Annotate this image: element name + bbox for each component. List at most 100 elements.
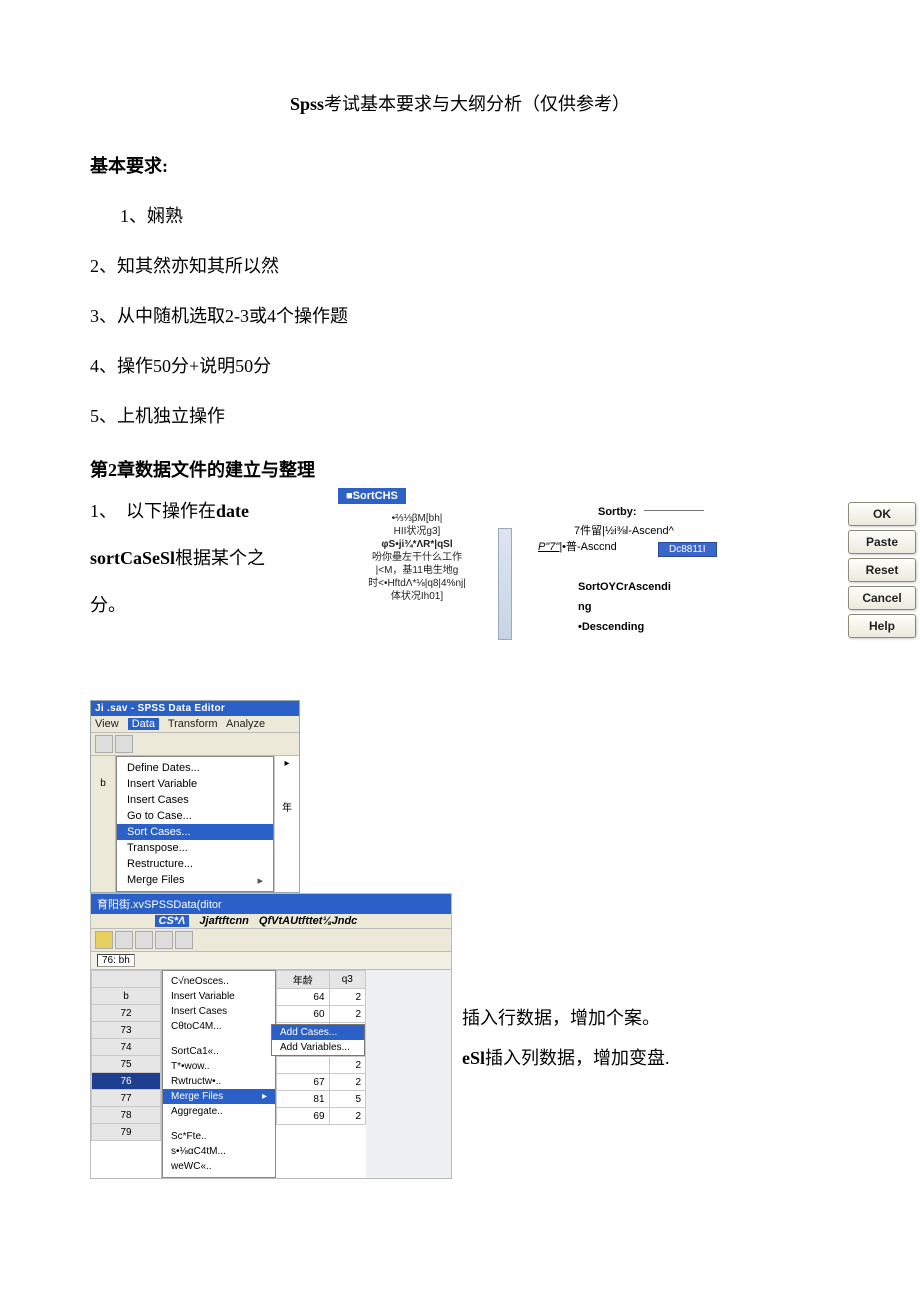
- req-5: 5、上机独立操作: [90, 402, 830, 428]
- menu-item[interactable]: s•⅛αC4tM...: [163, 1144, 275, 1159]
- menu-item[interactable]: Aggregate..: [163, 1104, 275, 1119]
- var-line: •⅔⅓βM[bh|: [344, 512, 490, 525]
- toolbar-icon[interactable]: [155, 931, 173, 949]
- data-grid-rowheaders[interactable]: b 72 73 74 75 76 77 78 79: [91, 970, 162, 1178]
- cell[interactable]: 81: [277, 1091, 330, 1108]
- data-menu-dropdown[interactable]: Define Dates... Insert Variable Insert C…: [116, 756, 274, 892]
- table-row[interactable]: 77: [92, 1090, 161, 1107]
- menu-item[interactable]: Insert Cases: [163, 1004, 275, 1019]
- menu-item-define-dates[interactable]: Define Dates...: [117, 760, 273, 776]
- table-row[interactable]: 79: [92, 1124, 161, 1141]
- toolbar-icon[interactable]: [95, 931, 113, 949]
- menu-item[interactable]: T*•wow..: [163, 1059, 275, 1074]
- page-title: Spss考试基本要求与大纲分析（仅供参考）: [90, 90, 830, 116]
- rowhead-blank: [92, 971, 161, 988]
- paste-button[interactable]: Paste: [848, 530, 916, 554]
- sortby-row: 7件留|½i⅜l-Ascend^ P"7"|•普-Asccnd: [538, 522, 674, 554]
- cell[interactable]: 2: [329, 1057, 365, 1074]
- cell-indicator: 76: bh: [97, 954, 135, 967]
- ok-button[interactable]: OK: [848, 502, 916, 526]
- req-4: 4、操作50分+说明50分: [90, 352, 830, 378]
- menu-item-merge-files-hl[interactable]: Merge Files: [163, 1089, 275, 1104]
- cell[interactable]: 2: [329, 1006, 365, 1023]
- cell[interactable]: 2: [329, 1108, 365, 1125]
- menu-item-restructure[interactable]: Restructure...: [117, 856, 273, 872]
- menu-analyze[interactable]: Analyze: [226, 718, 265, 730]
- toolbar-icon[interactable]: [115, 735, 133, 753]
- menu-item[interactable]: CθtoC4M...: [163, 1019, 275, 1034]
- rowhead-b[interactable]: b: [92, 988, 161, 1005]
- menu-item[interactable]: Rwtructw•..: [163, 1074, 275, 1089]
- cell[interactable]: 5: [329, 1091, 365, 1108]
- caption-2: 插入列数据，增加变盘.: [485, 1048, 670, 1068]
- menubar-sel[interactable]: CS*Λ: [155, 915, 190, 927]
- menubar-col3[interactable]: QfVtAUtfttet⅛Jndc: [259, 915, 357, 927]
- menu-item-merge-files[interactable]: Merge Files: [117, 872, 273, 888]
- menu-item-insert-cases[interactable]: Insert Cases: [117, 792, 273, 808]
- toolbar-icon[interactable]: [175, 931, 193, 949]
- caption-1: 插入行数据，增加个案。: [462, 999, 670, 1039]
- right-gutter: ▸ 年: [274, 756, 299, 892]
- table-row[interactable]: 74: [92, 1039, 161, 1056]
- toolbar-icon[interactable]: [135, 931, 153, 949]
- table-row[interactable]: 78: [92, 1107, 161, 1124]
- cell[interactable]: [277, 1057, 330, 1074]
- menubar[interactable]: View Data Transform Analyze: [91, 716, 299, 733]
- sec1-l3: 分。: [90, 582, 320, 629]
- cell[interactable]: 64: [277, 989, 330, 1006]
- sort-order[interactable]: SortOYCrAscendi ng •Descending: [578, 578, 671, 637]
- table-row[interactable]: 72: [92, 1005, 161, 1022]
- menu-item-transpose[interactable]: Transpose...: [117, 840, 273, 856]
- menu-item-insert-variable[interactable]: Insert Variable: [117, 776, 273, 792]
- menu-item-sort-cases[interactable]: Sort Cases...: [117, 824, 273, 840]
- help-button[interactable]: Help: [848, 614, 916, 638]
- menubar-2[interactable]: xxxxxxxxx CS*Λ Jjaftftcnn QfVtAUtfttet⅛J…: [91, 914, 451, 929]
- menu-item[interactable]: C√neOsces..: [163, 974, 275, 989]
- cell[interactable]: 60: [277, 1006, 330, 1023]
- toolbar-icon[interactable]: [95, 735, 113, 753]
- req-2: 2、知其然亦知其所以然: [90, 252, 830, 278]
- spss-menu-screenshot-2: 育阳街.xvSPSSData(ditor xxxxxxxxx CS*Λ Jjaf…: [90, 893, 452, 1179]
- menu-item[interactable]: Insert Variable: [163, 989, 275, 1004]
- var-line-bold: φS•ji¾*ΛR*|qSl: [344, 538, 490, 551]
- left-gutter: b: [91, 756, 116, 892]
- sec1-l2b: 根据某个之: [175, 548, 265, 568]
- dialog-button-column: OK Paste Reset Cancel Help: [848, 498, 920, 642]
- sortby-badge[interactable]: Dc8811I: [658, 542, 717, 557]
- var-line: |<M，基11电生地g: [344, 564, 490, 577]
- data-grid-values[interactable]: 年龄 q3 642 602 522 2 2 672 815 692: [276, 970, 366, 1178]
- order-asc2: ng: [578, 601, 591, 613]
- submenu-add-cases[interactable]: Add Cases...: [272, 1025, 364, 1040]
- merge-files-submenu[interactable]: Add Cases... Add Variables...: [271, 1024, 365, 1056]
- var-line: 吩你壘左干什么工作: [344, 551, 490, 564]
- reset-button[interactable]: Reset: [848, 558, 916, 582]
- cancel-button[interactable]: Cancel: [848, 586, 916, 610]
- menu-item-goto-case[interactable]: Go to Case...: [117, 808, 273, 824]
- col-age[interactable]: 年龄: [277, 971, 330, 989]
- chapter2-heading: 第2章数据文件的建立与整理: [90, 456, 830, 482]
- menu-data[interactable]: Data: [128, 718, 159, 730]
- table-row[interactable]: 75: [92, 1056, 161, 1073]
- col-q3[interactable]: q3: [329, 971, 365, 989]
- menubar-col2[interactable]: Jjaftftcnn: [199, 915, 249, 927]
- menu-item[interactable]: SortCa1«..: [163, 1044, 275, 1059]
- submenu-add-variables[interactable]: Add Variables...: [272, 1040, 364, 1055]
- menu-view[interactable]: View: [95, 718, 119, 730]
- menu-item[interactable]: Sc*Fte..: [163, 1129, 275, 1144]
- cell[interactable]: 2: [329, 989, 365, 1006]
- scrollbar[interactable]: [498, 528, 512, 640]
- data-menu-dropdown-2[interactable]: C√neOsces.. Insert Variable Insert Cases…: [162, 970, 276, 1178]
- sort-cases-dialog: ■SortCHS •⅔⅓βM[bh| HII状况g3] φS•ji¾*ΛR*|q…: [338, 488, 830, 678]
- menu-transform[interactable]: Transform: [168, 718, 218, 730]
- window-titlebar: Ji .sav - SPSS Data Editor: [91, 701, 299, 716]
- cell[interactable]: 2: [329, 1074, 365, 1091]
- sec1-l1a: 1、 以下操作在: [90, 501, 216, 521]
- toolbar-icon[interactable]: [115, 931, 133, 949]
- table-row[interactable]: 73: [92, 1022, 161, 1039]
- variable-list[interactable]: •⅔⅓βM[bh| HII状况g3] φS•ji¾*ΛR*|qSl 吩你壘左干什…: [344, 512, 490, 652]
- cell[interactable]: 69: [277, 1108, 330, 1125]
- table-row-selected[interactable]: 76: [92, 1073, 161, 1090]
- menu-item[interactable]: weWC«..: [163, 1159, 275, 1174]
- title-bold: Spss: [290, 94, 324, 114]
- cell[interactable]: 67: [277, 1074, 330, 1091]
